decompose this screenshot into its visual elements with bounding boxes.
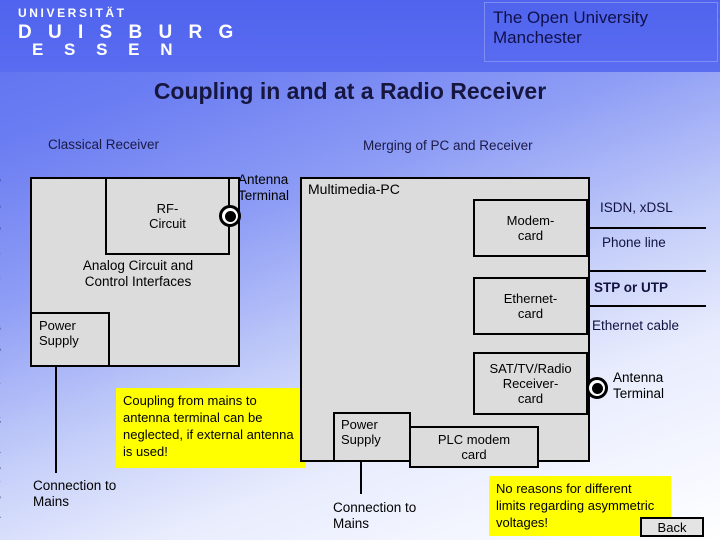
right-antenna-terminal-line-1: Antenna (613, 370, 664, 385)
rail-divider-3 (588, 305, 706, 307)
right-mains-line-1: Connection to (333, 500, 417, 515)
right-section-label: Merging of PC and Receiver (363, 138, 533, 153)
left-antenna-terminal-label: Antenna Terminal (238, 172, 289, 204)
right-mains-line (360, 462, 362, 494)
rail-divider-2 (588, 270, 706, 272)
ethernet-card-box: Ethernet- card (473, 277, 588, 335)
logo-line-universitaet: UNIVERSITÄT (18, 6, 127, 20)
left-mains-label: Connection to Mains (33, 478, 116, 510)
sat-card-line-2: Receiver- (502, 376, 559, 391)
plc-modem-line-2: card (461, 447, 487, 462)
left-note-callout: Coupling from mains to antenna terminal … (116, 388, 306, 468)
rf-circuit-line-2: Circuit (149, 216, 186, 231)
analog-circuit-line-1: Analog Circuit and (82, 258, 194, 273)
rail-label-ethernet-cable: Ethernet cable (592, 318, 680, 333)
slide-root: UNIVERSITÄT D U I S B U R G E S S E N Th… (0, 0, 720, 540)
rail-label-isdn: ISDN, xDSL (600, 200, 673, 215)
sat-card-line-1: SAT/TV/Radio (489, 361, 572, 376)
right-antenna-terminal-line-2: Terminal (613, 386, 665, 401)
left-antenna-terminal-line-1: Antenna (238, 172, 289, 187)
modem-card-line-2: card (517, 228, 544, 243)
right-mains-label: Connection to Mains (333, 500, 416, 532)
sat-card-line-3: card (517, 391, 544, 406)
right-antenna-terminal-label: Antenna Terminal (613, 370, 664, 402)
analog-circuit-line-2: Control Interfaces (84, 274, 192, 289)
university-logo: UNIVERSITÄT D U I S B U R G E S S E N (18, 6, 239, 60)
left-section-label: Classical Receiver (48, 137, 160, 152)
plc-modem-line-1: PLC modem (437, 432, 511, 447)
left-power-supply-box: Power Supply (30, 312, 110, 367)
right-power-supply-line-1: Power (341, 417, 378, 432)
right-power-supply-box: Power Supply (333, 412, 411, 462)
left-mains-line (55, 367, 57, 473)
modem-card-box: Modem- card (473, 199, 588, 257)
rail-label-stp-utp: STP or UTP (594, 280, 669, 295)
sat-tv-radio-card-box: SAT/TV/Radio Receiver- card (473, 352, 588, 415)
rail-divider-1 (588, 227, 706, 229)
rf-circuit-box: RF- Circuit (105, 177, 230, 255)
right-mains-line-2: Mains (333, 516, 370, 531)
rf-circuit-line-1: RF- (156, 201, 179, 216)
partner-line-2: Manchester (493, 28, 582, 47)
left-antenna-terminal-icon (219, 205, 241, 227)
multimedia-pc-label: Multimedia-PC (308, 181, 400, 197)
rail-label-phone: Phone line (602, 235, 666, 250)
ethernet-card-line-2: card (517, 306, 544, 321)
left-power-supply-line-1: Power (39, 318, 76, 333)
analog-circuit-label: Analog Circuit and Control Interfaces (58, 258, 218, 290)
slide-title: Coupling in and at a Radio Receiver (153, 78, 547, 104)
back-button[interactable]: Back (640, 517, 704, 537)
right-power-supply-line-2: Supply (341, 432, 381, 447)
plc-modem-card-box: PLC modem card (409, 426, 539, 468)
left-mains-line-2: Mains (33, 494, 70, 509)
ethernet-card-line-1: Ethernet- (503, 291, 558, 306)
left-antenna-terminal-line-2: Terminal (238, 188, 290, 203)
partner-title-box: The Open University Manchester (484, 2, 718, 62)
left-mains-line-1: Connection to (33, 478, 117, 493)
modem-card-line-1: Modem- (506, 213, 555, 228)
left-power-supply-line-2: Supply (39, 333, 79, 348)
partner-line-1: The Open University (493, 8, 648, 27)
credit-left: University Duisburg-Essen, Energietransp… (0, 173, 1, 536)
right-antenna-terminal-icon (586, 377, 608, 399)
